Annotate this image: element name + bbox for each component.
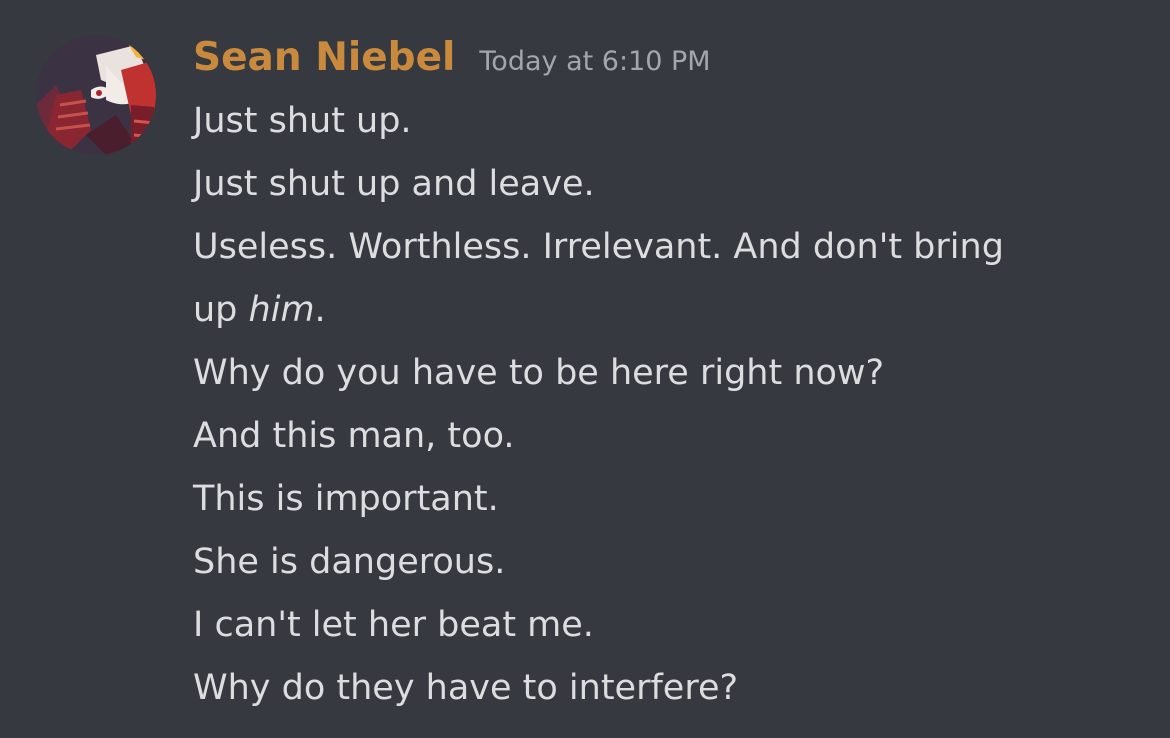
message-line: Why do you have to be here right now? (193, 353, 885, 393)
timestamp[interactable]: Today at 6:10 PM (479, 34, 710, 90)
message-line: up him. (193, 279, 1153, 342)
message-line: I can't let her beat me. (193, 605, 594, 645)
message-line: Just shut up and leave. (193, 164, 595, 204)
message-group: Sean Niebel Today at 6:10 PM Just shut u… (0, 0, 1170, 738)
message-line-prefix: up (193, 290, 249, 330)
message-line: This is important. (193, 479, 499, 519)
message-line-suffix: . (314, 290, 326, 330)
message-line: Useless. Worthless. Irrelevant. And don'… (193, 227, 1004, 267)
message-line: Just shut up. (193, 101, 412, 141)
chat-view: Sean Niebel Today at 6:10 PM Just shut u… (0, 0, 1170, 738)
message-content: Just shut up. Just shut up and leave. Us… (193, 90, 1153, 720)
message-line: Why do they have to interfere? (193, 668, 739, 708)
message-emphasis: him (248, 290, 315, 330)
message-line: And this man, too. (193, 416, 515, 456)
message-header: Sean Niebel Today at 6:10 PM (193, 30, 711, 86)
avatar[interactable] (36, 35, 156, 155)
message-line: She is dangerous. (193, 542, 506, 582)
username[interactable]: Sean Niebel (193, 30, 455, 86)
anime-character-avatar-icon (36, 35, 156, 155)
